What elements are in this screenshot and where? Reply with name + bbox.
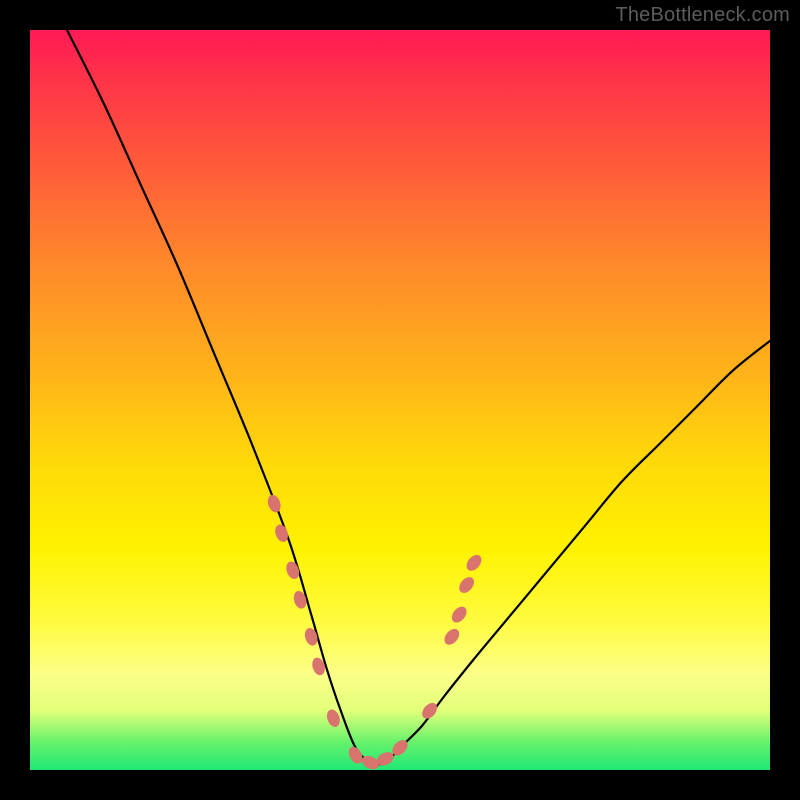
chart-svg [30, 30, 770, 770]
watermark-text: TheBottleneck.com [615, 4, 790, 27]
chart-marker [449, 604, 470, 626]
chart-marker [464, 552, 485, 574]
chart-marker [273, 523, 290, 544]
chart-frame: TheBottleneck.com [0, 0, 800, 800]
chart-markers [266, 493, 485, 770]
plot-area [30, 30, 770, 770]
bottleneck-curve [67, 30, 770, 764]
chart-marker [303, 626, 320, 647]
chart-marker [441, 626, 462, 648]
chart-marker [266, 493, 283, 514]
chart-marker [456, 574, 477, 596]
chart-marker [419, 700, 440, 721]
chart-marker [346, 744, 365, 766]
chart-marker [284, 560, 301, 581]
chart-marker [325, 708, 342, 729]
